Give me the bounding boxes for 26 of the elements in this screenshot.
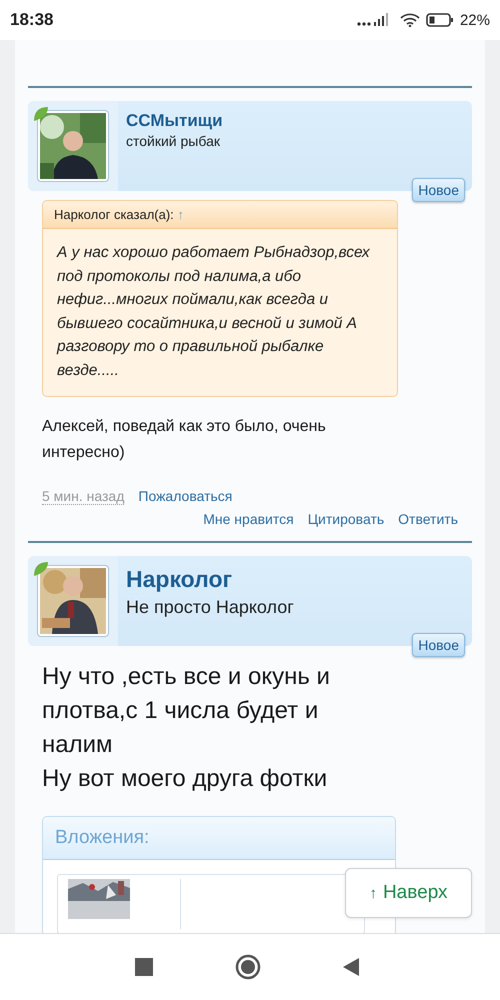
- author-name[interactable]: Нарколог: [126, 566, 294, 593]
- avatar[interactable]: [37, 565, 109, 637]
- home-icon[interactable]: [235, 954, 261, 980]
- back-to-top-button[interactable]: ↑ Наверх: [345, 868, 472, 918]
- user-title: стойкий рыбак: [126, 133, 221, 149]
- new-badge[interactable]: Новое: [412, 178, 465, 202]
- post-action-link[interactable]: Ответить: [398, 511, 458, 527]
- battery-percent: 22%: [460, 12, 490, 28]
- avatar[interactable]: [37, 110, 109, 182]
- user-title: Не просто Нарколог: [126, 597, 294, 618]
- report-link[interactable]: Пожаловаться: [138, 488, 232, 504]
- message-text: Ну что ,есть все и окунь и плотва,с 1 числа будет и налим: [41, 662, 331, 760]
- post-action-link[interactable]: Цитировать: [308, 511, 384, 527]
- quote-author: Нарколог сказал(а):: [54, 207, 174, 222]
- battery-icon: [426, 13, 454, 27]
- attachments-title: Вложения:: [43, 817, 395, 860]
- post-time: 5 мин. назад: [42, 488, 124, 505]
- new-badge[interactable]: Новое: [412, 633, 465, 657]
- back-icon[interactable]: [343, 958, 359, 976]
- quote-text: А у нас хорошо работает Рыбнадзор,всех под протоколы под налима,а ибо нефиг...многих поймали,как всегда и бывшего сосайтника,и весной и зимой А разговору то о правильной рыбалке везде.....: [55, 243, 371, 380]
- clock-time: 18:38: [10, 10, 54, 30]
- message-text: Алексей, поведай как это было, очень интересно): [41, 417, 327, 463]
- message-text: Ну вот моего друга фотки: [41, 764, 328, 794]
- author-name[interactable]: ССМытищи: [126, 111, 223, 131]
- post-action-link[interactable]: Мне нравится: [203, 511, 294, 527]
- wifi-icon: [400, 13, 420, 27]
